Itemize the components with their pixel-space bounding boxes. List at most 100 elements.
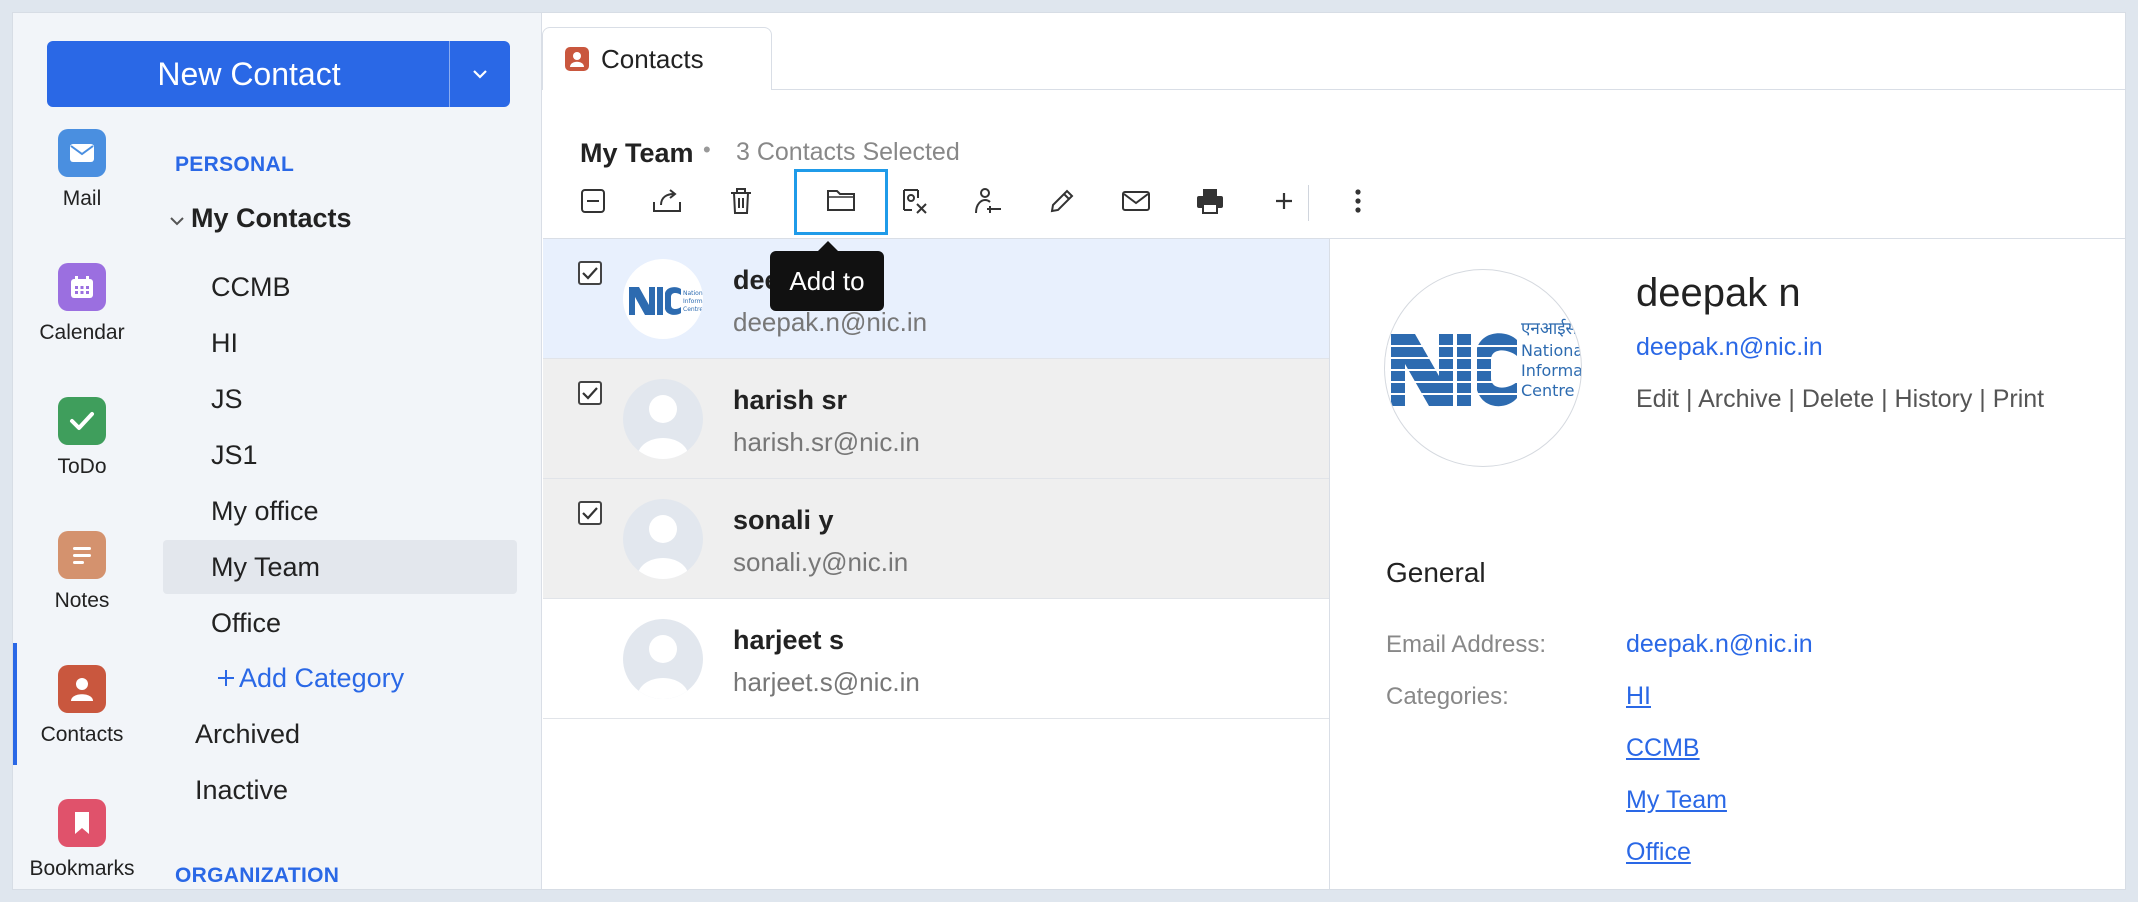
app-contacts[interactable]: Contacts xyxy=(13,643,151,765)
folder-icon xyxy=(826,187,856,218)
remove-from-category-icon xyxy=(898,186,930,221)
tab-label: Contacts xyxy=(601,43,704,74)
svg-text:Informatics: Informatics xyxy=(1521,361,1582,380)
category-office[interactable]: Office xyxy=(163,596,517,650)
deselect-button[interactable] xyxy=(568,178,618,228)
trash-icon xyxy=(728,186,754,221)
categories-label: Categories: xyxy=(1386,683,1509,710)
contact-checkbox[interactable] xyxy=(578,381,602,405)
category-ccmb[interactable]: CCMB xyxy=(163,260,517,314)
svg-text:Centre: Centre xyxy=(683,306,703,313)
contact-checkbox[interactable] xyxy=(578,501,602,525)
chevron-down-icon[interactable] xyxy=(169,203,191,234)
my-contacts-label: My Contacts xyxy=(191,203,352,233)
mail-icon xyxy=(58,129,106,177)
checkmark-icon xyxy=(58,397,106,445)
print-link[interactable]: Print xyxy=(1993,385,2044,413)
contact-name: harish sr xyxy=(733,385,848,415)
notes-icon xyxy=(58,531,106,579)
add-to-tooltip: Add to xyxy=(770,241,884,311)
contact-person-icon xyxy=(565,47,589,71)
svg-text:Centre: Centre xyxy=(1521,381,1575,400)
edit-link[interactable]: Edit xyxy=(1636,385,1679,413)
app-notes[interactable]: Notes xyxy=(13,531,151,613)
contact-name: harjeet s xyxy=(733,625,845,655)
category-link-my-team[interactable]: My Team xyxy=(1626,786,1727,815)
new-contact-label: New Contact xyxy=(157,55,341,92)
contact-row[interactable]: NationalInformaticsCentre dee deepak.n@n… xyxy=(543,239,1329,359)
print-button[interactable] xyxy=(1185,178,1235,228)
contact-row[interactable]: harjeet s harjeet.s@nic.in xyxy=(543,599,1329,719)
plus-icon xyxy=(1273,190,1295,217)
export-icon xyxy=(651,187,683,220)
category-js[interactable]: JS xyxy=(163,372,517,426)
email-address-value[interactable]: deepak.n@nic.in xyxy=(1626,630,1813,659)
tab-contacts[interactable]: Contacts xyxy=(542,27,772,90)
contact-name: sonali y xyxy=(733,505,834,535)
svg-text:Informatics: Informatics xyxy=(683,298,703,305)
category-my-office[interactable]: My office xyxy=(163,484,517,538)
archived-folder[interactable]: Archived xyxy=(195,719,300,750)
selection-count: 3 Contacts Selected xyxy=(736,138,960,166)
add-category-label: Add Category xyxy=(239,663,405,693)
archive-link[interactable]: Archive xyxy=(1698,385,1781,413)
detail-contact-email[interactable]: deepak.n@nic.in xyxy=(1636,333,1823,362)
delete-link[interactable]: Delete xyxy=(1802,385,1874,413)
chevron-down-icon[interactable] xyxy=(450,68,510,80)
category-link-office[interactable]: Office xyxy=(1626,838,1691,867)
add-category-link[interactable]: Add Category xyxy=(217,663,404,694)
inactive-folder[interactable]: Inactive xyxy=(195,775,288,806)
category-link-ccmb[interactable]: CCMB xyxy=(1626,734,1700,763)
app-mail[interactable]: Mail xyxy=(13,129,151,211)
svg-text:National: National xyxy=(683,290,703,297)
default-avatar-icon xyxy=(623,499,703,579)
title-separator: • xyxy=(703,137,711,162)
add-button[interactable] xyxy=(1259,178,1309,228)
svg-text:National: National xyxy=(1521,341,1582,360)
app-todo[interactable]: ToDo xyxy=(13,397,151,479)
printer-icon xyxy=(1195,187,1225,220)
edit-pencil-icon xyxy=(1048,187,1076,220)
delete-button[interactable] xyxy=(716,178,766,228)
svg-text:एनआईसी: एनआईसी xyxy=(1521,318,1582,339)
contact-email: sonali.y@nic.in xyxy=(733,547,909,577)
more-vertical-icon xyxy=(1354,188,1362,219)
organization-section-header: ORGANIZATION xyxy=(175,864,340,887)
category-js1[interactable]: JS1 xyxy=(163,428,517,482)
app-calendar[interactable]: Calendar xyxy=(13,263,151,345)
app-bookmarks[interactable]: Bookmarks xyxy=(13,799,151,881)
edit-button[interactable] xyxy=(1037,178,1087,228)
contact-person-icon xyxy=(58,665,106,713)
default-avatar-icon xyxy=(623,619,703,699)
more-options-button[interactable] xyxy=(1333,178,1383,228)
add-to-button[interactable] xyxy=(794,169,888,235)
contact-checkbox[interactable] xyxy=(578,261,602,285)
contact-row[interactable]: harish sr harish.sr@nic.in xyxy=(543,359,1329,479)
history-link[interactable]: History xyxy=(1895,385,1973,413)
new-contact-button[interactable]: New Contact xyxy=(47,41,510,107)
calendar-icon xyxy=(58,263,106,311)
category-hi[interactable]: HI xyxy=(163,316,517,370)
deselect-icon xyxy=(579,187,607,220)
nic-logo-avatar: एनआईसी National Informatics Centre xyxy=(1384,269,1582,467)
contact-email: deepak.n@nic.in xyxy=(733,307,928,337)
contact-row[interactable]: sonali y sonali.y@nic.in xyxy=(543,479,1329,599)
contact-list: NationalInformaticsCentre dee deepak.n@n… xyxy=(543,239,1329,889)
general-section-title: General xyxy=(1386,557,1486,588)
detail-actions: Edit | Archive | Delete | History | Prin… xyxy=(1636,385,2045,413)
bookmark-icon xyxy=(58,799,106,847)
nic-logo-avatar: NationalInformaticsCentre xyxy=(623,259,703,339)
remove-from-category-button[interactable] xyxy=(889,178,939,228)
my-contacts-folder[interactable]: My Contacts xyxy=(169,203,352,234)
email-address-label: Email Address: xyxy=(1386,631,1547,658)
assign-user-button[interactable] xyxy=(963,178,1013,228)
personal-section-header: PERSONAL xyxy=(175,153,295,176)
send-mail-button[interactable] xyxy=(1111,178,1161,228)
list-title: My Team xyxy=(580,138,694,168)
app-window: New Contact Mail Calendar ToDo Notes Con… xyxy=(12,12,2126,890)
category-link-hi[interactable]: HI xyxy=(1626,682,1651,711)
category-my-team[interactable]: My Team xyxy=(163,540,517,594)
detail-contact-name: deepak n xyxy=(1636,271,1801,315)
export-button[interactable] xyxy=(642,178,692,228)
contact-email: harjeet.s@nic.in xyxy=(733,667,920,697)
